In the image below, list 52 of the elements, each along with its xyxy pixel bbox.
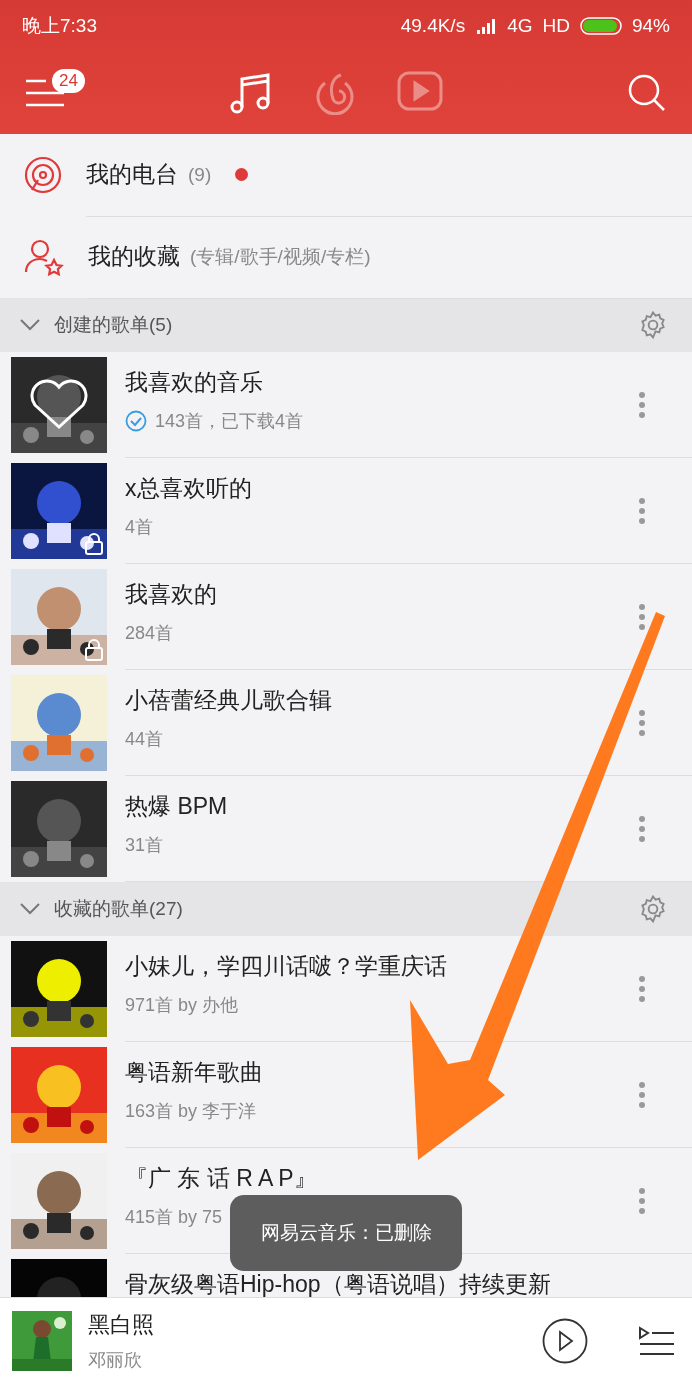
playlist-info: 4首 xyxy=(125,516,153,540)
more-icon[interactable] xyxy=(638,708,646,737)
play-button[interactable] xyxy=(542,1318,588,1364)
more-icon[interactable] xyxy=(638,814,646,843)
network-speed: 49.4K/s xyxy=(400,15,466,37)
radio-icon xyxy=(24,156,62,194)
battery-icon xyxy=(579,17,622,35)
playlist-info: 971首 by 办他 xyxy=(125,994,239,1018)
playlist-info: 163首 by 李于洋 xyxy=(125,1100,257,1124)
hd-label: HD xyxy=(542,15,570,37)
more-icon[interactable] xyxy=(638,390,646,419)
playlist-info: 143首，已下载4首 xyxy=(155,410,304,434)
artist-name: 邓丽欣 xyxy=(88,1349,143,1372)
chevron-icon[interactable] xyxy=(20,903,40,915)
playlist-title[interactable]: 我喜欢的音乐 xyxy=(125,370,638,396)
playlist-title[interactable]: x总喜欢听的 xyxy=(125,476,638,502)
search-icon[interactable] xyxy=(628,74,666,112)
playlist-title[interactable]: 粤语新年歌曲 xyxy=(125,1060,638,1086)
menu-note: (9) xyxy=(188,163,212,186)
playlist-title[interactable]: 『广 东 话 R A P』 xyxy=(125,1166,638,1192)
notification-badge: 24 xyxy=(52,69,85,93)
menu-label[interactable]: 我的电台 xyxy=(86,159,178,190)
chevron-icon[interactable] xyxy=(20,319,40,331)
playlist-info: 415首 by 75 xyxy=(125,1206,223,1230)
more-icon[interactable] xyxy=(638,974,646,1003)
signal-icon xyxy=(475,18,498,34)
note-swirl-icon[interactable] xyxy=(315,71,355,115)
playlist-info: 44首 xyxy=(125,728,164,752)
more-icon[interactable] xyxy=(638,602,646,631)
network-type: 4G xyxy=(507,15,533,37)
playlist-info: 284首 xyxy=(125,622,174,646)
more-icon[interactable] xyxy=(638,1080,646,1109)
menu-note: (专辑/歌手/视频/专栏) xyxy=(190,244,371,269)
more-icon[interactable] xyxy=(638,496,646,525)
playlist-info: 31首 xyxy=(125,834,164,858)
song-title: 黑白照 xyxy=(88,1311,155,1339)
status-time: 晚上7:33 xyxy=(22,14,97,38)
playlist-title[interactable]: 骨灰级粤语Hip-hop（粤语说唱）持续更新 xyxy=(125,1272,692,1298)
playlist-title[interactable]: 小妹儿，学四川话啵？学重庆话 xyxy=(125,954,638,980)
more-icon[interactable] xyxy=(638,1186,646,1215)
toast-message: 网易云音乐：已删除 xyxy=(230,1195,462,1271)
battery-percent: 94% xyxy=(631,15,670,37)
settings-icon[interactable] xyxy=(638,310,668,340)
menu-label[interactable]: 我的收藏 xyxy=(88,241,180,272)
playlist-title[interactable]: 小蓓蕾经典儿歌合辑 xyxy=(125,688,638,714)
playlist-title[interactable]: 热爆 BPM xyxy=(125,794,638,820)
person-star-icon xyxy=(24,238,64,276)
settings-icon[interactable] xyxy=(638,894,668,924)
playlist-title[interactable]: 我喜欢的 xyxy=(125,582,638,608)
playlist-icon[interactable] xyxy=(638,1326,674,1356)
video-icon[interactable] xyxy=(397,71,443,111)
music-note-icon[interactable] xyxy=(229,71,273,115)
